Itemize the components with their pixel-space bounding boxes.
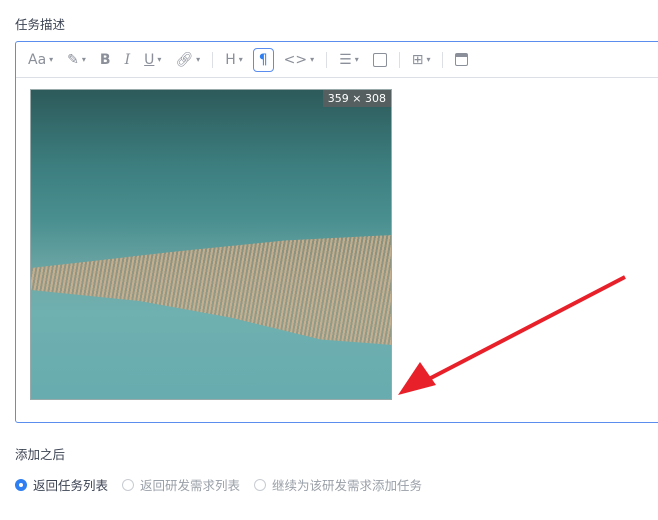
after-add-radio-group: 返回任务列表 返回研发需求列表 继续为该研发需求添加任务 (15, 475, 422, 494)
radio-selected-icon (15, 478, 27, 491)
radio-return-requirement-list[interactable]: 返回研发需求列表 (122, 475, 240, 494)
radio-unselected-icon (122, 478, 135, 491)
radio-unselected-icon (254, 478, 267, 491)
radio-label: 返回研发需求列表 (140, 478, 241, 493)
radio-continue-add-task[interactable]: 继续为该研发需求添加任务 (254, 475, 422, 494)
radio-label: 继续为该研发需求添加任务 (272, 478, 423, 493)
annotation-arrow (398, 275, 626, 395)
after-add-label: 添加之后 (15, 447, 66, 462)
radio-return-task-list[interactable]: 返回任务列表 (15, 475, 108, 494)
radio-label: 返回任务列表 (33, 478, 109, 493)
